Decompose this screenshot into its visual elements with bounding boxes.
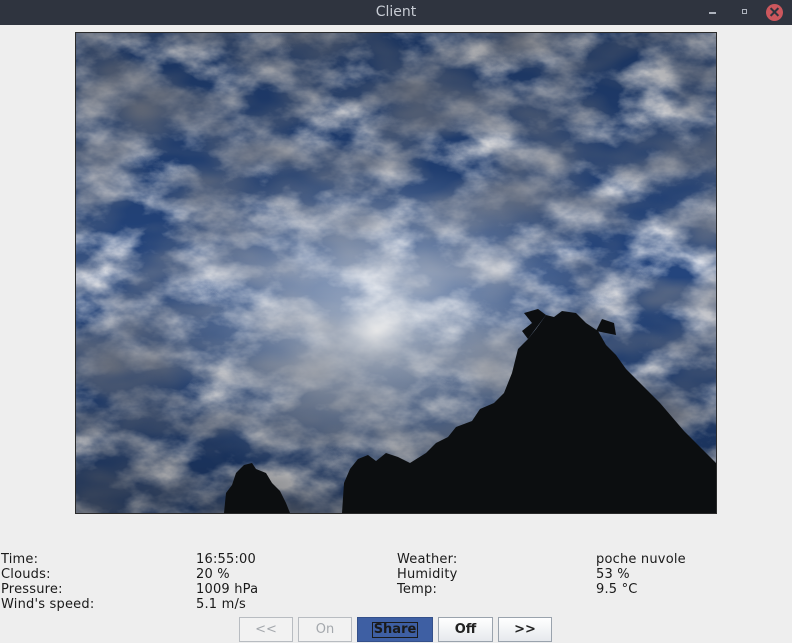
title-bar: Client bbox=[0, 0, 792, 25]
close-icon[interactable] bbox=[766, 4, 783, 21]
pressure-value: 1009 hPa bbox=[196, 582, 259, 597]
weather-info: Time: 16:55:00 Weather: poche nuvole Clo… bbox=[0, 552, 792, 614]
humidity-value: 53 % bbox=[596, 567, 630, 582]
off-button[interactable]: Off bbox=[438, 617, 493, 642]
time-value: 16:55:00 bbox=[196, 552, 256, 567]
maximize-icon[interactable] bbox=[736, 4, 752, 20]
pressure-label: Pressure: bbox=[1, 582, 63, 597]
weather-value: poche nuvole bbox=[596, 552, 686, 567]
share-button[interactable]: Share bbox=[357, 617, 433, 642]
share-button-label: Share bbox=[371, 621, 419, 638]
humidity-label: Humidity bbox=[397, 567, 458, 582]
time-label: Time: bbox=[1, 552, 39, 567]
window-title: Client bbox=[375, 4, 417, 20]
previous-button[interactable]: << bbox=[239, 617, 293, 642]
wind-speed-label: Wind's speed: bbox=[1, 597, 95, 612]
clouds-value: 20 % bbox=[196, 567, 230, 582]
next-button[interactable]: >> bbox=[498, 617, 552, 642]
on-button[interactable]: On bbox=[298, 617, 352, 642]
minimize-icon[interactable] bbox=[704, 4, 720, 20]
temp-value: 9.5 °C bbox=[596, 582, 638, 597]
clouds-label: Clouds: bbox=[1, 567, 51, 582]
weather-label: Weather: bbox=[397, 552, 458, 567]
sky-photo bbox=[75, 32, 717, 514]
temp-label: Temp: bbox=[397, 582, 438, 597]
wind-speed-value: 5.1 m/s bbox=[196, 597, 247, 612]
